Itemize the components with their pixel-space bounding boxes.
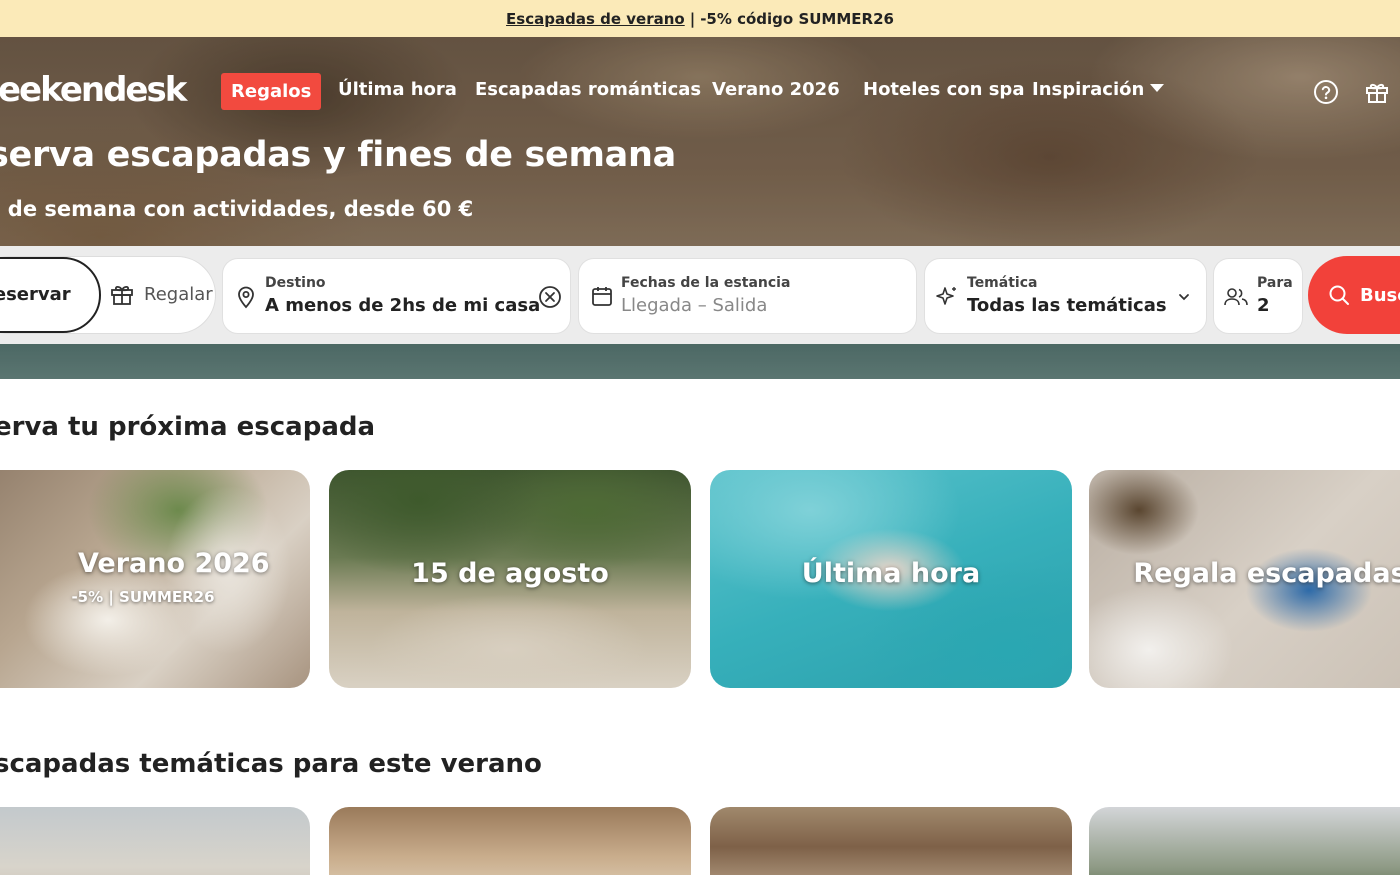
card-title: Regala escapadas [1133,558,1400,589]
theme-card-1[interactable] [0,807,310,875]
promo-link[interactable]: Escapadas de verano [506,10,685,28]
para-label: Para [1257,275,1293,291]
theme-card-2[interactable] [329,807,691,875]
gift-icon[interactable] [1364,79,1390,105]
hero-title: serva escapadas y fines de semana [0,135,676,175]
theme-card-3[interactable] [710,807,1072,875]
nav-inspiracion[interactable]: Inspiración [1032,79,1165,100]
location-pin-icon [235,285,257,313]
card-title: 15 de agosto [411,558,609,589]
tematica-label: Temática [967,275,1038,291]
fechas-field[interactable]: Fechas de la estancia Llegada – Salida [578,258,917,334]
gift-icon [110,282,134,310]
hero-subtitle: s de semana con actividades, desde 60 € [0,197,474,221]
fechas-placeholder[interactable]: Llegada – Salida [621,295,767,316]
promo-separator: | [689,9,696,28]
promo-banner: Escapadas de verano | -5% código SUMMER2… [0,0,1400,37]
calendar-icon [591,285,613,311]
nav-escapadas-romanticas[interactable]: Escapadas románticas [475,79,701,100]
search-button[interactable]: Busc [1308,256,1400,334]
card-regala-escapadas[interactable]: Regala escapadas [1089,470,1400,688]
nav-regalos[interactable]: Regalos [221,73,322,110]
search-button-label: Busc [1360,284,1400,306]
fechas-label: Fechas de la estancia [621,275,791,291]
search-icon [1328,284,1350,306]
search-bar: Reservar Regalar Destino A menos de 2hs … [0,246,1400,344]
para-value[interactable]: 2 [1257,295,1270,316]
nav-ultima-hora[interactable]: Última hora [338,79,457,100]
card-title: Verano 2026 [78,548,270,579]
card-subtitle: -5% | SUMMER26 [71,588,215,606]
nav-inspiracion-label: Inspiración [1032,79,1145,100]
tematica-select[interactable]: Temática Todas las temáticas [924,258,1207,334]
chevron-down-icon [1150,84,1165,92]
section-title-escapadas-tematicas: scapadas temáticas para este verano [0,749,542,779]
help-circle-icon[interactable] [1313,79,1339,105]
guests-field[interactable]: Para 2 [1213,258,1303,334]
users-icon [1224,287,1248,311]
promo-text: -5% código SUMMER26 [700,9,894,28]
nav-hoteles-con-spa[interactable]: Hoteles con spa [863,79,1024,100]
card-15-de-agosto[interactable]: 15 de agosto [329,470,691,688]
card-verano-2026[interactable]: Verano 2026 -5% | SUMMER26 [0,470,310,688]
mode-toggle: Reservar Regalar [0,256,216,334]
section-title-proxima-escapada: erva tu próxima escapada [0,412,376,442]
nav-verano-2026[interactable]: Verano 2026 [712,79,840,100]
toggle-regalar-label[interactable]: Regalar [144,284,213,305]
destino-value[interactable]: A menos de 2hs de mi casa [265,295,540,316]
logo[interactable]: eekendesk [0,70,187,110]
card-title: Última hora [801,558,981,589]
tematica-value[interactable]: Todas las temáticas [967,295,1167,316]
destino-label: Destino [265,275,326,291]
destino-field[interactable]: Destino A menos de 2hs de mi casa [222,258,571,334]
clear-icon[interactable] [538,285,562,313]
theme-card-4[interactable] [1089,807,1400,875]
toggle-reservar-label[interactable]: Reservar [0,284,71,305]
chevron-down-icon[interactable] [1177,289,1191,308]
card-ultima-hora[interactable]: Última hora [710,470,1072,688]
sparkle-icon [935,285,959,313]
